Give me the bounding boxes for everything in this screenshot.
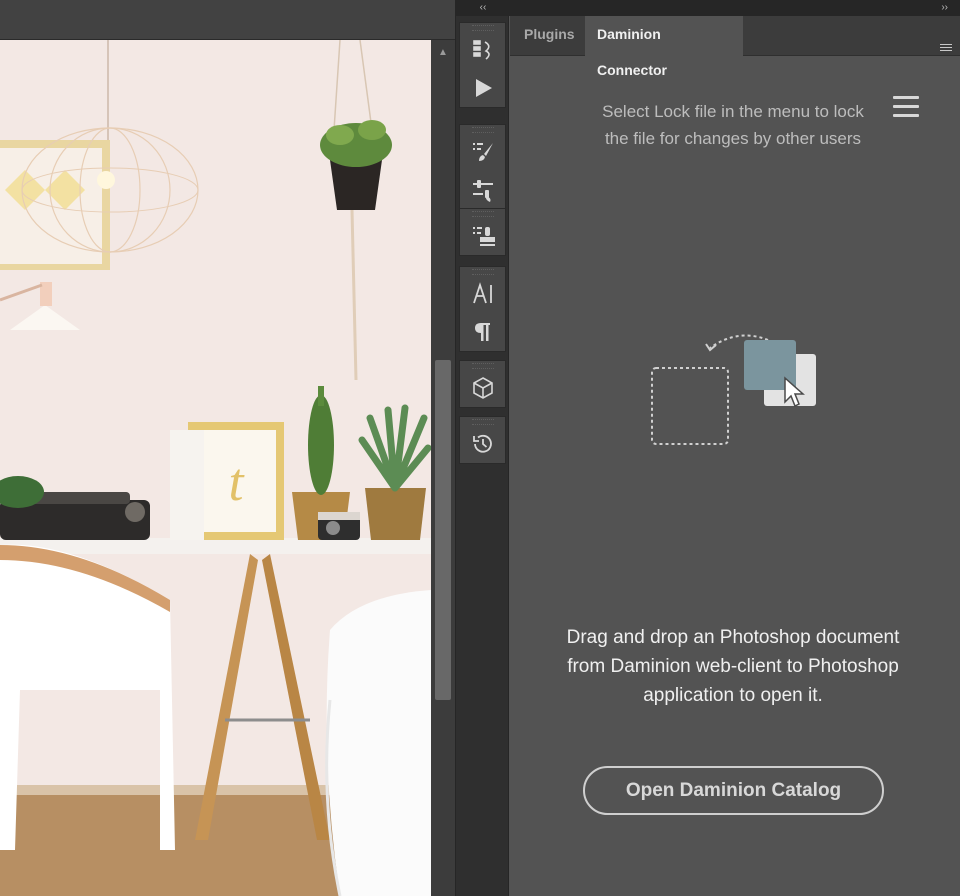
- open-daminion-catalog-button[interactable]: Open Daminion Catalog: [583, 766, 884, 815]
- tool-group-brushes: [459, 124, 506, 210]
- brush-presets-icon[interactable]: [460, 133, 505, 171]
- grip-handle[interactable]: [471, 25, 494, 31]
- svg-text:t: t: [228, 452, 245, 512]
- scroll-up-icon[interactable]: ▲: [438, 48, 448, 58]
- adjustments-icon[interactable]: [460, 171, 505, 209]
- paragraph-icon[interactable]: [460, 313, 505, 351]
- collapse-left-icon[interactable]: ‹‹: [456, 0, 510, 16]
- tool-group-actions: [459, 22, 506, 108]
- tool-group-3d: [459, 360, 506, 408]
- scrollbar-thumb[interactable]: [435, 360, 451, 700]
- panel-icon-strip: ‹‹: [455, 0, 510, 896]
- grip-handle[interactable]: [471, 363, 494, 369]
- document-top-bar: [0, 0, 455, 40]
- tab-damion-connector[interactable]: Daminion Connector: [585, 16, 743, 78]
- grip-handle[interactable]: [471, 269, 494, 275]
- play-icon[interactable]: [460, 69, 505, 107]
- document-area: t ▲: [0, 0, 455, 896]
- grip-handle[interactable]: [471, 419, 494, 425]
- grip-handle[interactable]: [471, 211, 494, 217]
- drag-drop-illustration: [648, 330, 820, 450]
- tool-group-clone: [459, 208, 506, 256]
- history-icon[interactable]: [460, 425, 505, 463]
- hamburger-menu-icon[interactable]: [893, 96, 919, 118]
- tool-group-history: [459, 416, 506, 464]
- clone-source-icon[interactable]: [460, 217, 505, 255]
- drag-drop-icon: [651, 334, 816, 445]
- character-icon[interactable]: [460, 275, 505, 313]
- grip-handle[interactable]: [471, 127, 494, 133]
- document-canvas[interactable]: t: [0, 40, 431, 896]
- actions-icon[interactable]: [460, 31, 505, 69]
- tool-group-type: [459, 266, 506, 352]
- canvas-photo: t: [0, 40, 431, 896]
- tab-plugins[interactable]: Plugins: [512, 16, 584, 56]
- panel-options-icon[interactable]: [940, 44, 952, 54]
- vertical-scrollbar[interactable]: ▲: [431, 40, 455, 896]
- damion-connector-panel: ›› Plugins Daminion Connector Select Loc…: [510, 0, 960, 896]
- lock-file-hint: Select Lock file in the menu to lock the…: [602, 102, 864, 148]
- collapse-right-icon[interactable]: ››: [510, 0, 960, 16]
- drag-drop-instructions: Drag and drop an Photoshop document from…: [566, 627, 900, 706]
- 3d-icon[interactable]: [460, 369, 505, 407]
- panel-tab-bar: Plugins Daminion Connector: [510, 16, 960, 78]
